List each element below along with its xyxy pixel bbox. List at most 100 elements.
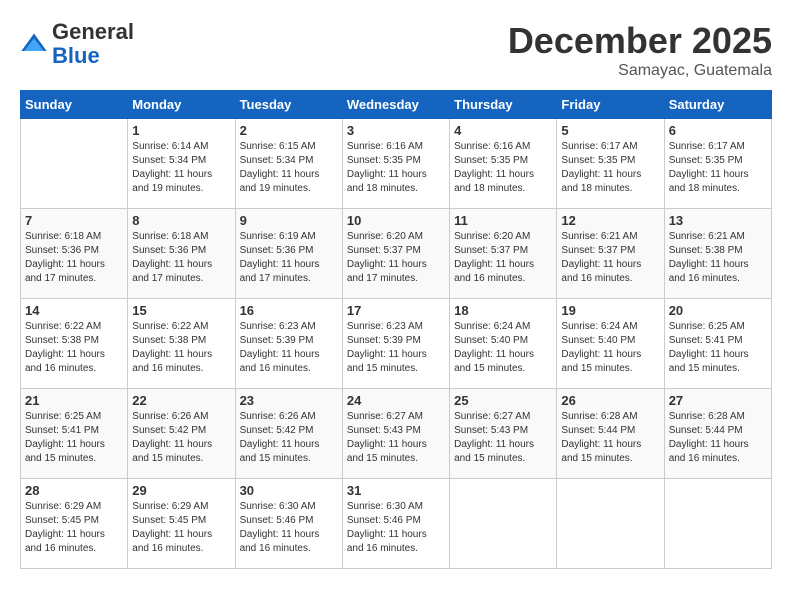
day-info: Sunrise: 6:22 AMSunset: 5:38 PMDaylight:… (132, 320, 230, 376)
day-number: 15 (132, 303, 230, 318)
calendar-cell: 23Sunrise: 6:26 AMSunset: 5:42 PMDayligh… (235, 389, 342, 479)
day-number: 3 (347, 123, 445, 138)
month-title: December 2025 (508, 20, 772, 62)
calendar-cell: 2 Sunrise: 6:15 AMSunset: 5:34 PMDaylight… (235, 119, 342, 209)
day-number: 12 (561, 213, 659, 228)
day-info: Sunrise: 6:28 AMSunset: 5:44 PMDaylight:… (561, 410, 659, 466)
day-number: 9 (240, 213, 338, 228)
day-number: 7 (25, 213, 123, 228)
calendar-cell: 25 Sunrise: 6:27 AMSunset: 5:43 PMDayligh… (450, 389, 557, 479)
day-number: 13 (669, 213, 767, 228)
calendar-cell: 15 Sunrise: 6:22 AMSunset: 5:38 PMDayligh… (128, 299, 235, 389)
calendar-cell: 8 Sunrise: 6:18 AMSunset: 5:36 PMDaylight… (128, 209, 235, 299)
logo-general-text: General (52, 19, 134, 44)
day-info: Sunrise: 6:29 AMSunset: 5:45 PMDaylight:… (25, 500, 123, 556)
day-number: 10 (347, 213, 445, 228)
day-info: Sunrise: 6:30 AMSunset: 5:46 PMDaylight:… (347, 500, 445, 556)
day-info: Sunrise: 6:21 AMSunset: 5:38 PMDaylight:… (669, 230, 767, 286)
header-wednesday: Wednesday (342, 91, 449, 119)
calendar-cell: 9 Sunrise: 6:19 AMSunset: 5:36 PMDaylight… (235, 209, 342, 299)
day-number: 28 (25, 483, 123, 498)
calendar-cell: 16 Sunrise: 6:23 AMSunset: 5:39 PMDayligh… (235, 299, 342, 389)
logo-icon (20, 30, 48, 58)
day-number: 29 (132, 483, 230, 498)
day-info: Sunrise: 6:22 AMSunset: 5:38 PMDaylight:… (25, 320, 123, 376)
day-number: 2 (240, 123, 338, 138)
day-info: Sunrise: 6:18 AMSunset: 5:36 PMDaylight:… (25, 230, 123, 286)
calendar-cell: 27 Sunrise: 6:28 AMSunset: 5:44 PMDayligh… (664, 389, 771, 479)
day-number: 11 (454, 213, 552, 228)
calendar-cell: 1Sunrise: 6:14 AMSunset: 5:34 PMDaylight… (128, 119, 235, 209)
day-info: Sunrise: 6:16 AMSunset: 5:35 PMDaylight:… (454, 140, 552, 196)
day-info: Sunrise: 6:23 AMSunset: 5:39 PMDaylight:… (347, 320, 445, 376)
day-number: 17 (347, 303, 445, 318)
header-saturday: Saturday (664, 91, 771, 119)
calendar-cell: 5 Sunrise: 6:17 AMSunset: 5:35 PMDaylight… (557, 119, 664, 209)
day-number: 8 (132, 213, 230, 228)
day-number: 26 (561, 393, 659, 408)
calendar-table: SundayMondayTuesdayWednesdayThursdayFrid… (20, 90, 772, 569)
calendar-cell: 21 Sunrise: 6:25 AMSunset: 5:41 PMDayligh… (21, 389, 128, 479)
calendar-cell: 3Sunrise: 6:16 AMSunset: 5:35 PMDaylight… (342, 119, 449, 209)
day-number: 16 (240, 303, 338, 318)
week-row-3: 14 Sunrise: 6:22 AMSunset: 5:38 PMDayligh… (21, 299, 772, 389)
day-info: Sunrise: 6:15 AMSunset: 5:34 PMDaylight:… (240, 140, 338, 196)
day-info: Sunrise: 6:24 AMSunset: 5:40 PMDaylight:… (561, 320, 659, 376)
logo-blue-text: Blue (52, 43, 100, 68)
day-info: Sunrise: 6:17 AMSunset: 5:35 PMDaylight:… (561, 140, 659, 196)
week-row-2: 7 Sunrise: 6:18 AMSunset: 5:36 PMDaylight… (21, 209, 772, 299)
day-number: 1 (132, 123, 230, 138)
day-info: Sunrise: 6:23 AMSunset: 5:39 PMDaylight:… (240, 320, 338, 376)
day-info: Sunrise: 6:24 AMSunset: 5:40 PMDaylight:… (454, 320, 552, 376)
day-number: 24 (347, 393, 445, 408)
day-info: Sunrise: 6:30 AMSunset: 5:46 PMDaylight:… (240, 500, 338, 556)
day-number: 27 (669, 393, 767, 408)
calendar-cell: 28 Sunrise: 6:29 AMSunset: 5:45 PMDayligh… (21, 479, 128, 569)
day-info: Sunrise: 6:26 AMSunset: 5:42 PMDaylight:… (240, 410, 338, 466)
logo: General Blue (20, 20, 134, 68)
calendar-cell: 29 Sunrise: 6:29 AMSunset: 5:45 PMDayligh… (128, 479, 235, 569)
day-number: 14 (25, 303, 123, 318)
week-row-5: 28 Sunrise: 6:29 AMSunset: 5:45 PMDayligh… (21, 479, 772, 569)
calendar-cell: 13 Sunrise: 6:21 AMSunset: 5:38 PMDayligh… (664, 209, 771, 299)
day-info: Sunrise: 6:25 AMSunset: 5:41 PMDaylight:… (25, 410, 123, 466)
week-row-1: 1Sunrise: 6:14 AMSunset: 5:34 PMDaylight… (21, 119, 772, 209)
calendar-cell: 10 Sunrise: 6:20 AMSunset: 5:37 PMDayligh… (342, 209, 449, 299)
day-info: Sunrise: 6:27 AMSunset: 5:43 PMDaylight:… (454, 410, 552, 466)
day-number: 25 (454, 393, 552, 408)
day-info: Sunrise: 6:20 AMSunset: 5:37 PMDaylight:… (454, 230, 552, 286)
calendar-cell: 26 Sunrise: 6:28 AMSunset: 5:44 PMDayligh… (557, 389, 664, 479)
header-friday: Friday (557, 91, 664, 119)
location: Samayac, Guatemala (508, 62, 772, 80)
calendar-cell: 17 Sunrise: 6:23 AMSunset: 5:39 PMDayligh… (342, 299, 449, 389)
calendar-header-row: SundayMondayTuesdayWednesdayThursdayFrid… (21, 91, 772, 119)
day-info: Sunrise: 6:28 AMSunset: 5:44 PMDaylight:… (669, 410, 767, 466)
calendar-cell: 18 Sunrise: 6:24 AMSunset: 5:40 PMDayligh… (450, 299, 557, 389)
day-number: 22 (132, 393, 230, 408)
calendar-cell: 7 Sunrise: 6:18 AMSunset: 5:36 PMDaylight… (21, 209, 128, 299)
day-number: 5 (561, 123, 659, 138)
day-info: Sunrise: 6:27 AMSunset: 5:43 PMDaylight:… (347, 410, 445, 466)
day-info: Sunrise: 6:18 AMSunset: 5:36 PMDaylight:… (132, 230, 230, 286)
header-monday: Monday (128, 91, 235, 119)
calendar-cell: 4 Sunrise: 6:16 AMSunset: 5:35 PMDaylight… (450, 119, 557, 209)
day-number: 21 (25, 393, 123, 408)
day-info: Sunrise: 6:19 AMSunset: 5:36 PMDaylight:… (240, 230, 338, 286)
day-number: 4 (454, 123, 552, 138)
calendar-cell: 24 Sunrise: 6:27 AMSunset: 5:43 PMDayligh… (342, 389, 449, 479)
calendar-cell (450, 479, 557, 569)
day-number: 30 (240, 483, 338, 498)
calendar-cell: 11 Sunrise: 6:20 AMSunset: 5:37 PMDayligh… (450, 209, 557, 299)
day-info: Sunrise: 6:25 AMSunset: 5:41 PMDaylight:… (669, 320, 767, 376)
calendar-cell: 14 Sunrise: 6:22 AMSunset: 5:38 PMDayligh… (21, 299, 128, 389)
day-info: Sunrise: 6:29 AMSunset: 5:45 PMDaylight:… (132, 500, 230, 556)
calendar-cell: 12Sunrise: 6:21 AMSunset: 5:37 PMDayligh… (557, 209, 664, 299)
day-number: 18 (454, 303, 552, 318)
calendar-cell: 31Sunrise: 6:30 AMSunset: 5:46 PMDayligh… (342, 479, 449, 569)
calendar-cell (21, 119, 128, 209)
title-block: December 2025 Samayac, Guatemala (508, 20, 772, 80)
day-number: 20 (669, 303, 767, 318)
day-info: Sunrise: 6:20 AMSunset: 5:37 PMDaylight:… (347, 230, 445, 286)
calendar-cell (664, 479, 771, 569)
header-thursday: Thursday (450, 91, 557, 119)
